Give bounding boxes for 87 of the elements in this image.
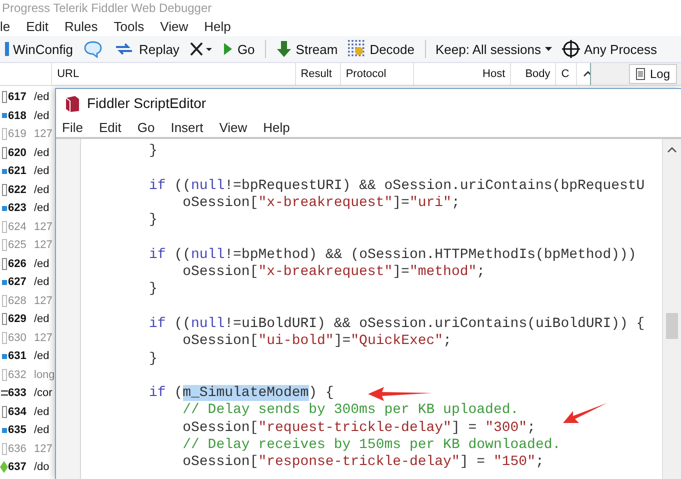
session-url: long bbox=[34, 368, 55, 381]
code-editor[interactable]: } if ((null!=bpRequestURI) && oSession.uriContains(bpRequestU oSession["x-breakrequest"]="uri"; } if ((null!=bpMethod) && (oSession.HTTPMethodIs(bpMethod))) oSession["x-breakrequest"]="method"; } if ((null!=uiBoldURI) && oSession.uriContains(uiBoldURI)) { oSession["ui-bold"]="QuickExec"; } if (m_SimulateModem) { // Delay sends by 300ms per KB uploaded. oSession["request-trickle-delay"] = "300"; // Delay receives by 150ms per KB downloaded. oSession["response-trickle-delay"] = "150"; bbox=[81, 139, 662, 479]
toolbar-button[interactable]: Stream bbox=[272, 40, 341, 58]
session-url: /cor bbox=[34, 387, 52, 400]
toolbar-button[interactable]: Any Process bbox=[559, 40, 660, 58]
menu-item[interactable]: Help bbox=[196, 18, 239, 34]
column-header[interactable]: Host bbox=[414, 63, 512, 85]
session-url: /ed bbox=[34, 258, 50, 270]
book-icon bbox=[64, 94, 80, 112]
play-icon bbox=[223, 42, 234, 56]
session-url: 127 bbox=[34, 220, 52, 233]
menu-item[interactable]: Edit bbox=[90, 120, 130, 134]
session-number: 633 bbox=[8, 387, 28, 400]
remove-icon bbox=[189, 41, 214, 57]
session-number: 628 bbox=[8, 294, 28, 307]
menu-item[interactable]: Edit bbox=[18, 18, 57, 34]
session-number: 630 bbox=[8, 332, 28, 344]
session-number: 632 bbox=[8, 368, 28, 381]
session-url: /ed bbox=[34, 202, 50, 214]
download-arrow-icon bbox=[276, 40, 292, 58]
menu-item[interactable]: Insert bbox=[162, 120, 212, 134]
session-number: 635 bbox=[8, 424, 28, 436]
toolbar-button[interactable]: WinConfig bbox=[2, 42, 76, 56]
column-header[interactable]: URL bbox=[52, 63, 296, 85]
arrow-annotation bbox=[563, 403, 607, 425]
session-url: /ed bbox=[34, 350, 50, 362]
menu-item[interactable]: le bbox=[0, 18, 18, 34]
log-tab[interactable]: Log bbox=[628, 64, 677, 84]
column-header[interactable]: Protocol bbox=[340, 63, 414, 85]
session-number: 617 bbox=[8, 91, 28, 104]
session-number: 618 bbox=[8, 110, 28, 122]
menu-item[interactable]: File bbox=[62, 120, 91, 134]
window-title: Progress Telerik Fiddler Web Debugger bbox=[2, 1, 212, 15]
session-url: 127 bbox=[34, 294, 52, 307]
session-number: 624 bbox=[8, 220, 28, 233]
session-url: 127 bbox=[34, 128, 52, 140]
session-number: 629 bbox=[8, 313, 28, 326]
toolbar-button[interactable]: Go bbox=[220, 42, 258, 56]
session-number: 622 bbox=[8, 184, 28, 196]
speech-bubble-icon bbox=[82, 40, 103, 58]
window-title: Fiddler ScriptEditor bbox=[87, 95, 206, 111]
scroll-thumb[interactable] bbox=[666, 313, 678, 339]
session-number: 625 bbox=[8, 239, 28, 252]
session-number: 619 bbox=[8, 128, 28, 140]
scroll-up-icon[interactable] bbox=[667, 147, 677, 153]
menu-item[interactable]: Tools bbox=[106, 18, 152, 34]
session-number: 627 bbox=[8, 276, 28, 288]
session-number: 631 bbox=[8, 350, 28, 362]
session-url: 127 bbox=[34, 442, 52, 455]
menu-item[interactable]: Help bbox=[255, 120, 298, 134]
diamond-icon bbox=[0, 461, 8, 474]
session-url: /ed bbox=[34, 91, 50, 104]
toolbar-button[interactable]: Replay bbox=[110, 41, 182, 57]
column-header[interactable]: Body bbox=[511, 63, 556, 85]
dropdown-button[interactable]: Keep: All sessions bbox=[432, 42, 556, 56]
menu-item[interactable]: Go bbox=[129, 120, 163, 134]
crosshair-icon bbox=[562, 40, 580, 58]
session-url: /ed bbox=[34, 424, 50, 436]
session-number: 626 bbox=[8, 258, 28, 270]
menu-item[interactable]: View bbox=[211, 120, 256, 134]
scrollbar[interactable] bbox=[662, 139, 681, 479]
caret-icon bbox=[545, 47, 552, 51]
session-url: /do bbox=[34, 461, 50, 474]
session-url: /ed bbox=[34, 146, 50, 159]
scroll-up-icon[interactable] bbox=[583, 71, 590, 77]
document-icon bbox=[636, 68, 645, 80]
session-url: 127 bbox=[34, 332, 52, 344]
session-number: 623 bbox=[8, 202, 28, 214]
column-header[interactable]: Result bbox=[296, 63, 341, 85]
session-url: /ed bbox=[34, 184, 50, 196]
grid-gear-icon bbox=[348, 40, 366, 58]
session-number: 621 bbox=[8, 165, 28, 178]
session-url: /ed bbox=[34, 276, 50, 288]
session-url: /ed bbox=[34, 406, 50, 418]
session-number: 637 bbox=[8, 461, 28, 474]
session-url: /ed bbox=[34, 110, 50, 122]
toolbar-button[interactable]: Decode bbox=[344, 40, 418, 58]
session-number: 636 bbox=[8, 442, 28, 455]
session-url: /ed bbox=[34, 313, 50, 326]
lines-icon bbox=[0, 389, 8, 398]
session-number: 620 bbox=[8, 146, 28, 159]
menu-item[interactable]: Rules bbox=[56, 18, 106, 34]
session-number: 634 bbox=[8, 406, 28, 418]
session-url: /ed bbox=[34, 165, 50, 178]
column-header[interactable]: C bbox=[556, 63, 578, 85]
menu-item[interactable]: View bbox=[152, 18, 196, 34]
session-url: 127 bbox=[34, 239, 52, 252]
